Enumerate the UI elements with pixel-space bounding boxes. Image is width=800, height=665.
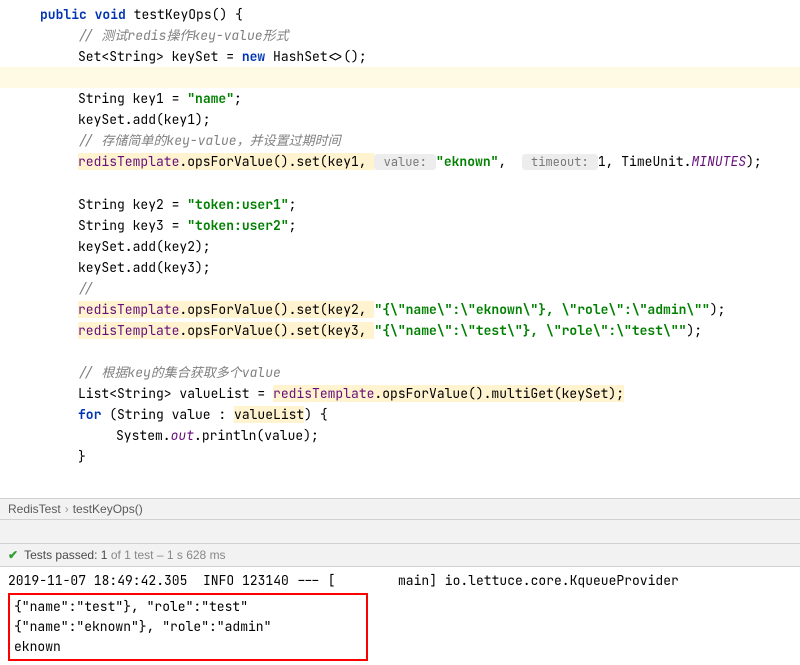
code-text: key2 = bbox=[125, 196, 187, 213]
code-text: key1 = bbox=[125, 90, 187, 107]
status-time: – 1 s 628 ms bbox=[157, 548, 226, 562]
breadcrumb-item[interactable]: testKeyOps() bbox=[73, 502, 143, 516]
code-line bbox=[0, 173, 800, 194]
code-text: .opsForValue().multiGet(keySet); bbox=[374, 385, 624, 402]
status-label: Tests passed: bbox=[24, 548, 97, 562]
code-line: // 存储简单的key-value，并设置过期时间 bbox=[0, 130, 800, 151]
static-field: MINUTES bbox=[691, 153, 746, 170]
code-text: ); bbox=[746, 153, 762, 170]
code-line: String key1 = "name"; bbox=[0, 88, 800, 109]
code-text: .opsForValue().set(key1, bbox=[179, 153, 374, 170]
inlay-hint: timeout: bbox=[522, 154, 598, 170]
code-text: keySet.add(key1); bbox=[78, 111, 211, 128]
breadcrumb-item[interactable]: RedisTest bbox=[8, 502, 61, 516]
code-text: } bbox=[78, 448, 86, 465]
code-text: .opsForValue().set(key3, bbox=[179, 322, 374, 339]
code-line: public void testKeyOps() { bbox=[0, 4, 800, 25]
inlay-hint: value: bbox=[374, 154, 436, 170]
tests-passed-label: Tests passed: 1 of 1 test – 1 s 628 ms bbox=[24, 548, 226, 562]
string-literal: "{\"name\":\"test\"}, \"role\":\"test\"" bbox=[374, 322, 686, 339]
console-line: eknown bbox=[14, 637, 362, 657]
code-line: // bbox=[0, 278, 800, 299]
comment: // 存储简单的key-value，并设置过期时间 bbox=[78, 132, 341, 149]
string-literal: "name" bbox=[187, 90, 234, 107]
chevron-right-icon: › bbox=[65, 502, 69, 516]
code-line: redisTemplate.opsForValue().set(key3, "{… bbox=[0, 320, 800, 341]
console-line: {"name":"test"}, "role":"test" bbox=[14, 597, 362, 617]
keyword-new: new bbox=[242, 48, 265, 65]
static-field: out bbox=[171, 427, 194, 444]
code-text: .opsForValue().set(key2, bbox=[179, 301, 374, 318]
code-text: System. bbox=[116, 427, 171, 444]
comment: // 根据key的集合获取多个value bbox=[78, 364, 281, 381]
field-ref: redisTemplate bbox=[78, 322, 179, 339]
code-text: ); bbox=[686, 322, 702, 339]
comment: // 测试redis操作key-value形式 bbox=[78, 27, 289, 44]
code-text: ; bbox=[289, 196, 297, 213]
comment: // bbox=[78, 280, 94, 297]
string-literal: "{\"name\":\"eknown\"}, \"role\":\"admin… bbox=[374, 301, 709, 318]
code-line: keySet.add(key2); bbox=[0, 236, 800, 257]
code-line: keySet.add(key1); bbox=[0, 109, 800, 130]
type: String bbox=[78, 196, 125, 213]
field-ref: redisTemplate bbox=[78, 301, 179, 318]
status-count: 1 bbox=[101, 548, 108, 562]
code-line: Set<String> keySet = new HashSet<>(); bbox=[0, 46, 800, 67]
code-text: 1, TimeUnit. bbox=[598, 153, 692, 170]
code-line: redisTemplate.opsForValue().set(key1, va… bbox=[0, 151, 800, 173]
code-text: HashSet<>(); bbox=[265, 48, 366, 65]
code-text: keySet.add(key3); bbox=[78, 259, 211, 276]
keyword-void: void bbox=[95, 6, 126, 23]
code-line: // 根据key的集合获取多个value bbox=[0, 362, 800, 383]
code-text: .println(value); bbox=[194, 427, 319, 444]
check-icon: ✔ bbox=[8, 548, 18, 562]
field-ref: redisTemplate bbox=[78, 153, 179, 170]
string-literal: "eknown" bbox=[436, 153, 498, 170]
code-text: valueList = bbox=[172, 385, 273, 402]
code-line: keySet.add(key3); bbox=[0, 257, 800, 278]
code-line: // 测试redis操作key-value形式 bbox=[0, 25, 800, 46]
code-editor[interactable]: public void testKeyOps() { // 测试redis操作k… bbox=[0, 0, 800, 498]
code-line: redisTemplate.opsForValue().set(key2, "{… bbox=[0, 299, 800, 320]
code-line: System.out.println(value); bbox=[0, 425, 800, 446]
keyword-public: public bbox=[40, 6, 87, 23]
code-text: ) { bbox=[304, 406, 327, 423]
string-literal: "token:user2" bbox=[187, 217, 288, 234]
breadcrumb: RedisTest › testKeyOps() bbox=[0, 498, 800, 520]
code-text: valueList bbox=[234, 406, 304, 423]
console-line: {"name":"eknown"}, "role":"admin" bbox=[14, 617, 362, 637]
code-text: ; bbox=[234, 90, 242, 107]
code-line: List<String> valueList = redisTemplate.o… bbox=[0, 383, 800, 404]
type: String bbox=[78, 90, 125, 107]
code-text: keySet.add(key2); bbox=[78, 238, 211, 255]
code-line: } bbox=[0, 446, 800, 467]
code-line: String key2 = "token:user1"; bbox=[0, 194, 800, 215]
console-output[interactable]: 2019-11-07 18:49:42.305 INFO 123140 --- … bbox=[0, 567, 800, 665]
code-text: (String value : bbox=[101, 406, 234, 423]
field-ref: redisTemplate bbox=[273, 385, 374, 402]
method-name: testKeyOps bbox=[134, 6, 212, 23]
code-line: String key3 = "token:user2"; bbox=[0, 215, 800, 236]
keyword-for: for bbox=[78, 406, 101, 423]
code-text: , bbox=[498, 153, 521, 170]
code-text: keySet = bbox=[164, 48, 242, 65]
code-text: ); bbox=[710, 301, 726, 318]
code-text: ; bbox=[289, 217, 297, 234]
code-text: key3 = bbox=[125, 217, 187, 234]
code-line bbox=[0, 341, 800, 362]
highlighted-output: {"name":"test"}, "role":"test" {"name":"… bbox=[8, 593, 368, 661]
code-line: for (String value : valueList) { bbox=[0, 404, 800, 425]
test-status-bar: ✔ Tests passed: 1 of 1 test – 1 s 628 ms bbox=[0, 544, 800, 567]
console-line: 2019-11-07 18:49:42.305 INFO 123140 --- … bbox=[8, 571, 792, 591]
type: List<String> bbox=[78, 385, 172, 402]
tool-toolbar bbox=[0, 520, 800, 544]
type: Set<String> bbox=[78, 48, 164, 65]
status-of: of 1 test bbox=[111, 548, 154, 562]
current-line bbox=[0, 67, 800, 88]
string-literal: "token:user1" bbox=[187, 196, 288, 213]
code-text: () { bbox=[212, 6, 243, 23]
type: String bbox=[78, 217, 125, 234]
